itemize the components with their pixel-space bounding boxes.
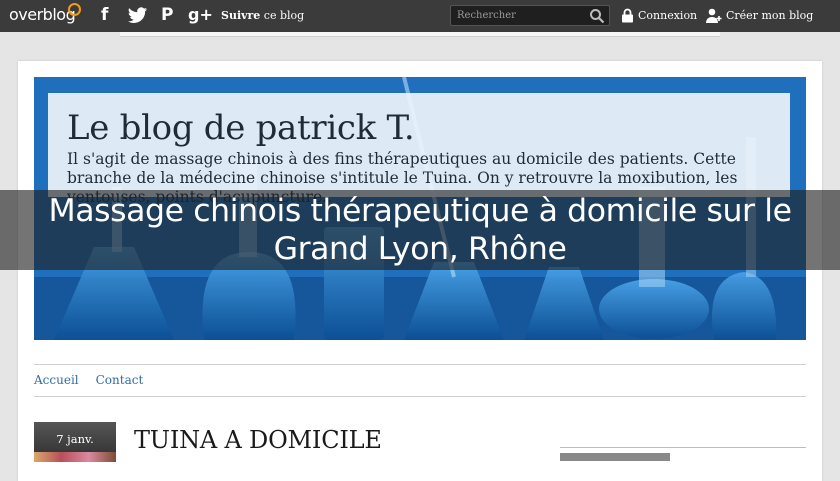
googleplus-icon[interactable]: g+ [188, 5, 213, 25]
blog-page: Le blog de patrick T. Il s'agit de massa… [18, 61, 822, 481]
nav-divider-top [34, 364, 806, 365]
nav-divider-bottom [34, 396, 806, 397]
follow-rest: ce blog [260, 9, 305, 22]
sidebar-divider [560, 447, 806, 448]
post-title[interactable]: TUINA A DOMICILE [134, 426, 382, 454]
search-box [450, 5, 610, 26]
search-input[interactable] [451, 6, 585, 25]
login-link[interactable]: Connexion [621, 8, 697, 23]
blog-title[interactable]: Le blog de patrick T. [67, 108, 415, 148]
nav-item-contact[interactable]: Contact [96, 373, 144, 387]
logo-text: overblog [9, 5, 76, 24]
follow-strong: Suivre [221, 9, 261, 22]
follow-blog-link[interactable]: Suivre ce blog [221, 9, 304, 22]
signup-label: Créer mon blog [726, 9, 814, 22]
user-add-icon [706, 8, 722, 23]
create-blog-link[interactable]: Créer mon blog [706, 8, 813, 23]
nav-item-home[interactable]: Accueil [34, 373, 79, 387]
topbar-underbar [120, 32, 720, 37]
post-date-text: 7 janv. [56, 432, 94, 446]
overlay-title: Massage chinois thérapeutique à domicile… [48, 193, 792, 267]
seo-title-overlay: Massage chinois thérapeutique à domicile… [0, 190, 840, 270]
overblog-topbar: overblog f P g+ Suivre ce blog Connexion [0, 0, 840, 32]
login-label: Connexion [638, 9, 698, 22]
search-icon[interactable] [589, 8, 605, 24]
pinterest-glyph: P [161, 5, 174, 25]
facebook-glyph: f [101, 5, 109, 25]
overblog-logo[interactable]: overblog [9, 5, 76, 24]
logo-bubble-icon [68, 3, 81, 16]
facebook-icon[interactable]: f [101, 5, 108, 25]
post-thumbnail[interactable] [34, 452, 116, 462]
pinterest-icon[interactable]: P [161, 5, 173, 25]
main-nav: Accueil Contact [34, 373, 143, 387]
googleplus-glyph: g+ [188, 5, 213, 24]
lock-icon [622, 8, 633, 23]
twitter-icon[interactable] [127, 7, 148, 25]
